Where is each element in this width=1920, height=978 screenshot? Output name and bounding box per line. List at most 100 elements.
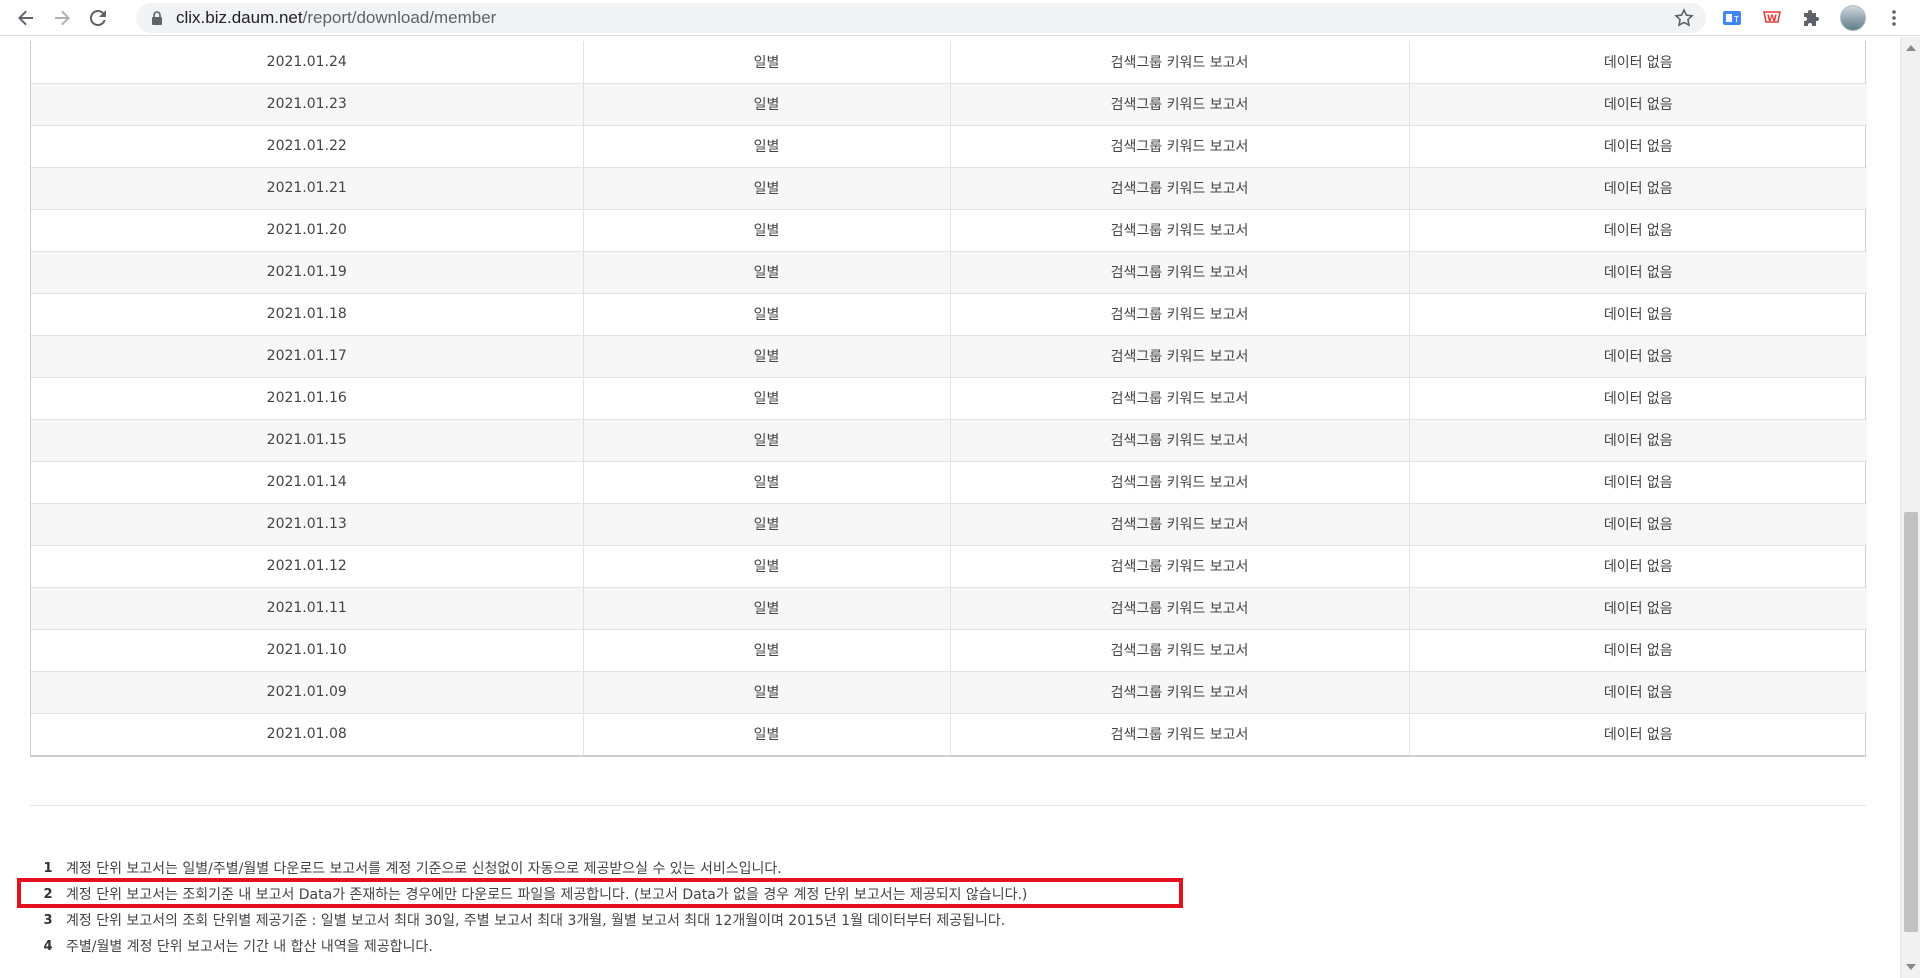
status-cell: 데이터 없음 xyxy=(1409,587,1867,630)
status-cell: 데이터 없음 xyxy=(1409,713,1867,756)
address-bar[interactable]: clix.biz.daum.net/report/download/member xyxy=(136,3,1706,33)
date-cell: 2021.01.22 xyxy=(31,125,584,168)
status-cell: 데이터 없음 xyxy=(1409,209,1867,252)
status-cell: 데이터 없음 xyxy=(1409,419,1867,462)
date-cell: 2021.01.18 xyxy=(31,293,584,336)
table-row: 2021.01.14 일별 검색그룹 키워드 보고서 데이터 없음 xyxy=(31,461,1867,504)
svg-text:T: T xyxy=(1733,15,1739,24)
report-name-cell: 검색그룹 키워드 보고서 xyxy=(950,209,1410,252)
date-cell: 2021.01.20 xyxy=(31,209,584,252)
report-name-cell: 검색그룹 키워드 보고서 xyxy=(950,41,1410,84)
period-cell: 일별 xyxy=(583,461,951,504)
section-divider xyxy=(30,805,1866,806)
scroll-up-arrow-icon[interactable] xyxy=(1906,45,1916,51)
period-cell: 일별 xyxy=(583,419,951,462)
date-cell: 2021.01.21 xyxy=(31,167,584,210)
date-cell: 2021.01.10 xyxy=(31,629,584,672)
period-cell: 일별 xyxy=(583,335,951,378)
star-icon[interactable] xyxy=(1674,8,1694,28)
table-row: 2021.01.15 일별 검색그룹 키워드 보고서 데이터 없음 xyxy=(31,419,1867,462)
table-row: 2021.01.08 일별 검색그룹 키워드 보고서 데이터 없음 xyxy=(31,713,1867,756)
table-row: 2021.01.16 일별 검색그룹 키워드 보고서 데이터 없음 xyxy=(31,377,1867,420)
report-name-cell: 검색그룹 키워드 보고서 xyxy=(950,713,1410,756)
avatar[interactable] xyxy=(1840,5,1866,31)
status-cell: 데이터 없음 xyxy=(1409,671,1867,714)
status-cell: 데이터 없음 xyxy=(1409,293,1867,336)
table-row: 2021.01.13 일별 검색그룹 키워드 보고서 데이터 없음 xyxy=(31,503,1867,546)
period-cell: 일별 xyxy=(583,377,951,420)
back-arrow-icon[interactable] xyxy=(8,0,44,36)
kebab-menu-icon[interactable] xyxy=(1882,6,1906,30)
forward-arrow-icon[interactable] xyxy=(44,0,80,36)
report-name-cell: 검색그룹 키워드 보고서 xyxy=(950,629,1410,672)
report-name-cell: 검색그룹 키워드 보고서 xyxy=(950,587,1410,630)
lock-icon xyxy=(150,11,164,25)
note-item: 3 계정 단위 보고서의 조회 단위별 제공기준 : 일별 보고서 최대 30일,… xyxy=(36,907,1856,933)
status-cell: 데이터 없음 xyxy=(1409,545,1867,588)
table-row: 2021.01.21 일별 검색그룹 키워드 보고서 데이터 없음 xyxy=(31,167,1867,210)
status-cell: 데이터 없음 xyxy=(1409,83,1867,126)
report-name-cell: 검색그룹 키워드 보고서 xyxy=(950,293,1410,336)
period-cell: 일별 xyxy=(583,41,951,84)
period-cell: 일별 xyxy=(583,83,951,126)
report-name-cell: 검색그룹 키워드 보고서 xyxy=(950,671,1410,714)
table-row: 2021.01.19 일별 검색그룹 키워드 보고서 데이터 없음 xyxy=(31,251,1867,294)
report-name-cell: 검색그룹 키워드 보고서 xyxy=(950,125,1410,168)
report-name-cell: 검색그룹 키워드 보고서 xyxy=(950,377,1410,420)
date-cell: 2021.01.17 xyxy=(31,335,584,378)
note-number: 4 xyxy=(43,938,53,954)
date-cell: 2021.01.23 xyxy=(31,83,584,126)
status-cell: 데이터 없음 xyxy=(1409,629,1867,672)
date-cell: 2021.01.09 xyxy=(31,671,584,714)
report-table: 2021.01.24 일별 검색그룹 키워드 보고서 데이터 없음 2021.01.23… xyxy=(30,41,1867,757)
url-path: /report/download/member xyxy=(302,8,497,27)
date-cell: 2021.01.14 xyxy=(31,461,584,504)
table-row: 2021.01.18 일별 검색그룹 키워드 보고서 데이터 없음 xyxy=(31,293,1867,336)
period-cell: 일별 xyxy=(583,125,951,168)
status-cell: 데이터 없음 xyxy=(1409,503,1867,546)
period-cell: 일별 xyxy=(583,629,951,672)
period-cell: 일별 xyxy=(583,251,951,294)
date-cell: 2021.01.13 xyxy=(31,503,584,546)
date-cell: 2021.01.12 xyxy=(31,545,584,588)
report-name-cell: 검색그룹 키워드 보고서 xyxy=(950,461,1410,504)
period-cell: 일별 xyxy=(583,293,951,336)
report-name-cell: 검색그룹 키워드 보고서 xyxy=(950,419,1410,462)
status-cell: 데이터 없음 xyxy=(1409,167,1867,210)
table-row: 2021.01.24 일별 검색그룹 키워드 보고서 데이터 없음 xyxy=(31,41,1867,84)
extension-translate-icon[interactable]: T xyxy=(1720,6,1744,30)
scrollbar[interactable] xyxy=(1900,37,1920,978)
date-cell: 2021.01.15 xyxy=(31,419,584,462)
status-cell: 데이터 없음 xyxy=(1409,335,1867,378)
report-name-cell: 검색그룹 키워드 보고서 xyxy=(950,167,1410,210)
scroll-down-arrow-icon[interactable] xyxy=(1906,964,1916,970)
date-cell: 2021.01.16 xyxy=(31,377,584,420)
scroll-thumb[interactable] xyxy=(1904,512,1918,932)
table-row: 2021.01.11 일별 검색그룹 키워드 보고서 데이터 없음 xyxy=(31,587,1867,630)
note-item: 4 주별/월별 계정 단위 보고서는 기간 내 합산 내역을 제공합니다. xyxy=(36,933,1856,959)
date-cell: 2021.01.24 xyxy=(31,41,584,84)
browser-toolbar: clix.biz.daum.net/report/download/member… xyxy=(0,0,1920,36)
page-content: 2021.01.24 일별 검색그룹 키워드 보고서 데이터 없음 2021.01.23… xyxy=(0,37,1900,978)
puzzle-icon[interactable] xyxy=(1800,6,1824,30)
reload-icon[interactable] xyxy=(80,0,116,36)
table-row: 2021.01.12 일별 검색그룹 키워드 보고서 데이터 없음 xyxy=(31,545,1867,588)
period-cell: 일별 xyxy=(583,671,951,714)
period-cell: 일별 xyxy=(583,587,951,630)
date-cell: 2021.01.08 xyxy=(31,713,584,756)
report-name-cell: 검색그룹 키워드 보고서 xyxy=(950,83,1410,126)
report-name-cell: 검색그룹 키워드 보고서 xyxy=(950,335,1410,378)
status-cell: 데이터 없음 xyxy=(1409,251,1867,294)
report-name-cell: 검색그룹 키워드 보고서 xyxy=(950,545,1410,588)
note-text: 계정 단위 보고서의 조회 단위별 제공기준 : 일별 보고서 최대 30일, … xyxy=(66,913,1006,929)
date-cell: 2021.01.11 xyxy=(31,587,584,630)
table-row: 2021.01.10 일별 검색그룹 키워드 보고서 데이터 없음 xyxy=(31,629,1867,672)
period-cell: 일별 xyxy=(583,209,951,252)
note-number: 3 xyxy=(43,912,53,928)
table-row: 2021.01.22 일별 검색그룹 키워드 보고서 데이터 없음 xyxy=(31,125,1867,168)
status-cell: 데이터 없음 xyxy=(1409,41,1867,84)
status-cell: 데이터 없음 xyxy=(1409,461,1867,504)
extension-w-icon[interactable]: W xyxy=(1760,6,1784,30)
period-cell: 일별 xyxy=(583,503,951,546)
highlight-box xyxy=(17,878,1183,908)
